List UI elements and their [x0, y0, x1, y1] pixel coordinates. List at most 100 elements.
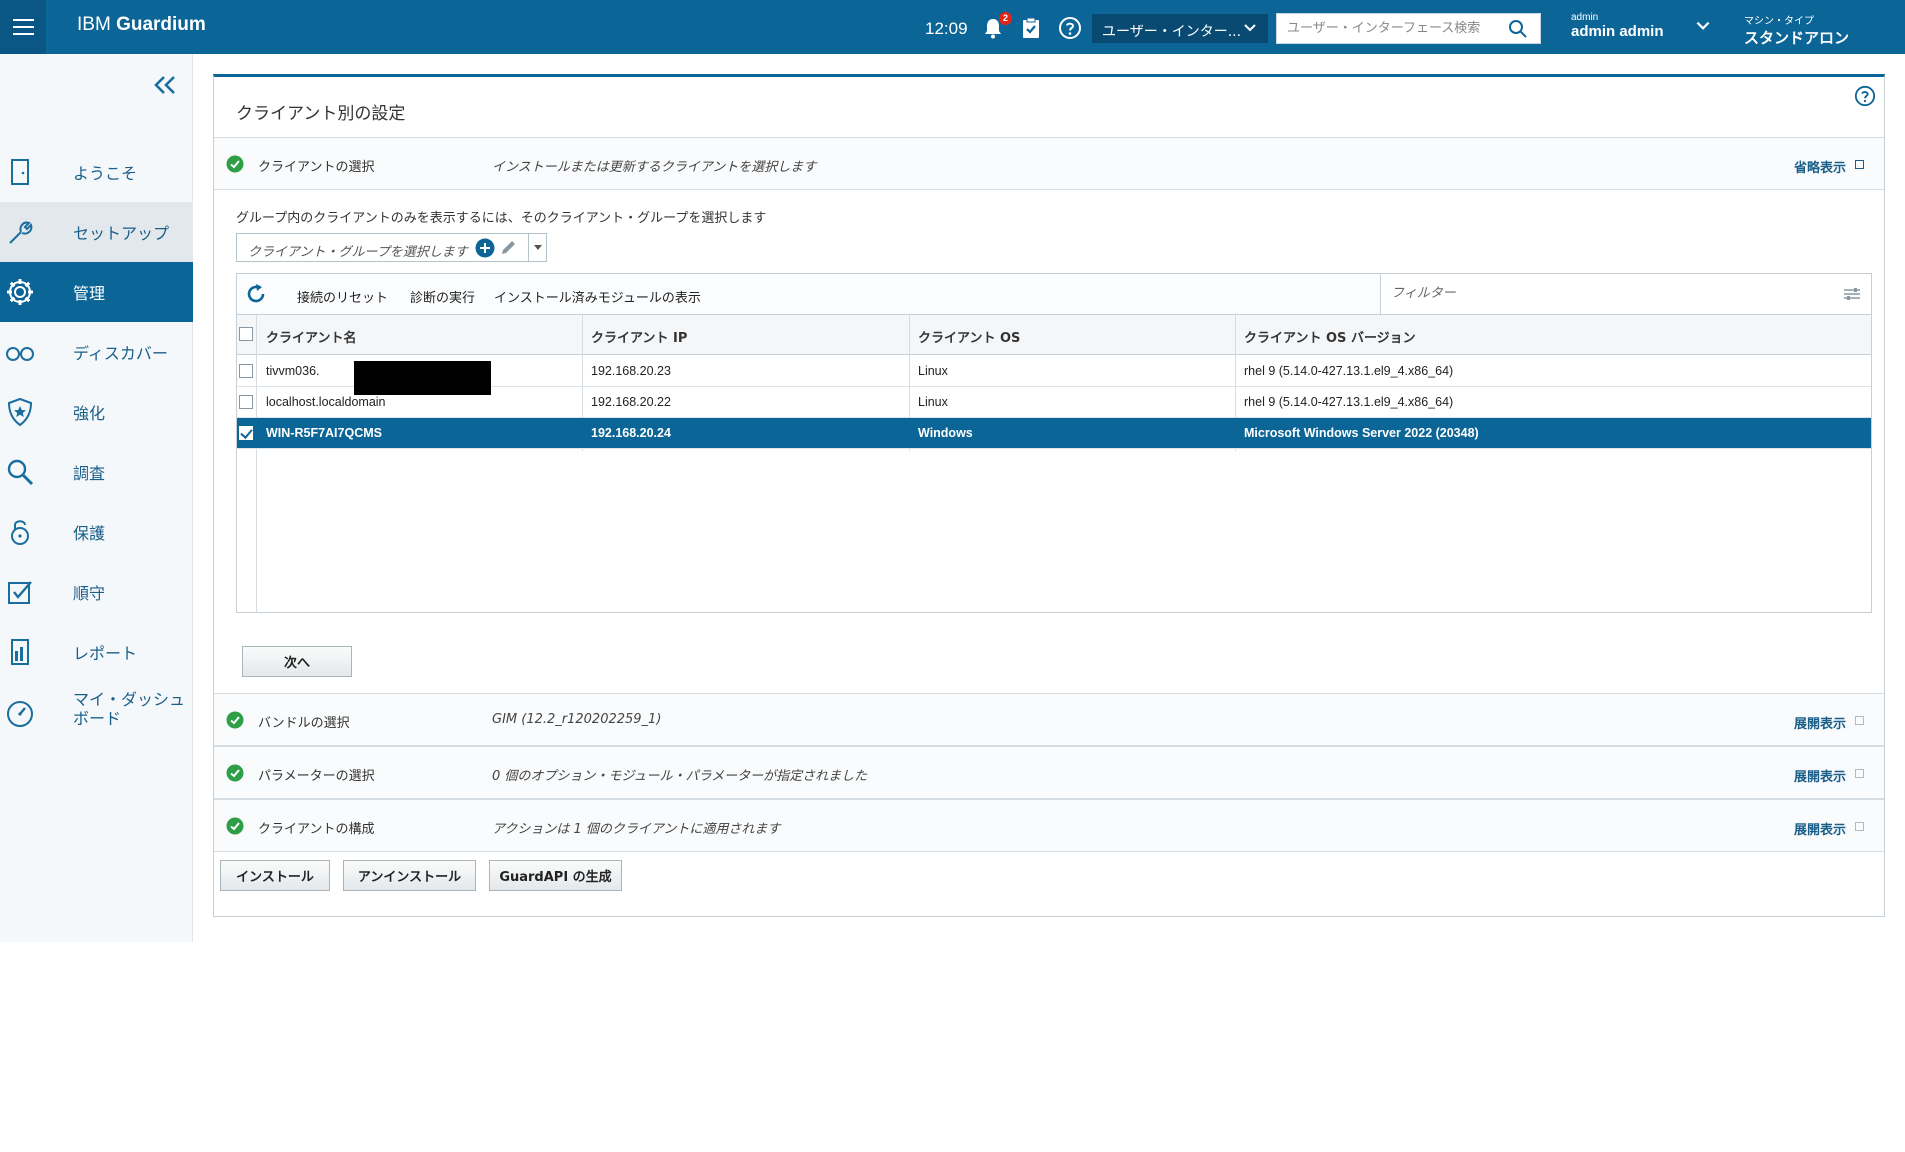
filter-options-icon[interactable] [1843, 286, 1861, 302]
column-header-client-name[interactable]: クライアント名 [266, 327, 356, 346]
sidebar-item-discover[interactable]: ディスカバー [0, 322, 193, 382]
row-checkbox[interactable] [239, 395, 253, 409]
sidebar-item-my-dashboard[interactable]: マイ・ダッシュ ボード [0, 682, 193, 746]
sidebar-item-label: 強化 [73, 404, 106, 423]
search-icon[interactable] [1508, 19, 1528, 39]
next-button[interactable]: 次へ [242, 646, 352, 677]
step-description: 0 個のオプション・モジュール・パラメーターが指定されました [492, 769, 868, 784]
help-icon[interactable] [1854, 85, 1876, 107]
run-diagnostics-button[interactable]: 診断の実行 [410, 287, 475, 306]
expand-box-icon[interactable] [1855, 822, 1864, 831]
clock: 12:09 [925, 19, 968, 38]
magnifier-icon [7, 459, 34, 486]
filter-input[interactable] [1381, 274, 1821, 312]
ui-dropdown-label: ユーザー・インター... [1102, 24, 1242, 40]
brand-prefix: IBM [77, 14, 111, 35]
sidebar-item-harden[interactable]: 強化 [0, 382, 193, 442]
sidebar-item-label-line2: ボード [73, 709, 122, 728]
sidebar-item-label: 調査 [73, 464, 106, 483]
column-header-client-ip[interactable]: クライアント IP [591, 327, 687, 346]
select-all-checkbox[interactable] [239, 327, 253, 341]
checkbox-icon [8, 581, 32, 604]
table-row[interactable]: localhost.localdomain 192.168.20.22 Linu… [237, 387, 1871, 418]
refresh-icon[interactable] [245, 283, 267, 305]
client-settings-panel: クライアント別の設定 クライアントの選択 インストールまたは更新するクライアント… [213, 74, 1885, 917]
sidebar-item-label-line1: マイ・ダッシュ [73, 690, 186, 709]
install-button[interactable]: インストール [220, 860, 330, 891]
client-group-select[interactable]: クライアント・グループを選択します [236, 233, 547, 262]
sidebar-item-comply[interactable]: 順守 [0, 562, 193, 622]
table-header: クライアント名 クライアント IP クライアント OS クライアント OS バー… [237, 315, 1871, 355]
sidebar-item-investigate[interactable]: 調査 [0, 442, 193, 502]
shield-star-icon [7, 397, 33, 427]
sidebar-item-label: マイ・ダッシュ ボード [73, 690, 185, 728]
sidebar-item-setup[interactable]: セットアップ [0, 202, 193, 262]
table-row-selected[interactable]: WIN-R5F7AI7QCMS 192.168.20.24 Windows Mi… [237, 418, 1871, 449]
sidebar-item-label: セットアップ [73, 224, 170, 243]
sidebar-item-label: 保護 [73, 524, 106, 543]
step-name: バンドルの選択 [258, 716, 350, 731]
step-configure-client: クライアントの構成 アクションは 1 個のクライアントに適用されます 展開表示 [214, 799, 1884, 852]
hamburger-menu-icon[interactable] [0, 0, 46, 54]
app-title: IBM Guardium [77, 14, 206, 36]
step-name: クライアントの選択 [258, 160, 375, 175]
glasses-icon [6, 347, 34, 361]
client-ip-cell: 192.168.20.23 [591, 364, 671, 378]
expand-box-icon[interactable] [1855, 769, 1864, 778]
column-header-os-version[interactable]: クライアント OS バージョン [1244, 327, 1416, 346]
ui-search-box [1276, 13, 1541, 44]
user-name: admin admin [1571, 23, 1664, 40]
dropdown-arrow-icon[interactable] [528, 234, 546, 261]
sidebar-item-label: 順守 [73, 584, 106, 603]
success-check-icon [226, 155, 244, 173]
reset-connection-button[interactable]: 接続のリセット [297, 287, 388, 306]
notification-badge: 2 [999, 12, 1012, 25]
client-ip-cell: 192.168.20.24 [591, 426, 671, 440]
column-header-client-os[interactable]: クライアント OS [918, 327, 1020, 346]
client-ip-cell: 192.168.20.22 [591, 395, 671, 409]
client-os-version-cell: Microsoft Windows Server 2022 (20348) [1244, 426, 1479, 440]
expand-toggle[interactable]: 展開表示 [1794, 766, 1846, 785]
row-checkbox-checked[interactable] [239, 426, 253, 440]
sidebar-item-manage[interactable]: 管理 [0, 262, 193, 322]
success-check-icon [226, 764, 244, 782]
ui-search-input[interactable] [1277, 14, 1497, 43]
sidebar-item-reports[interactable]: レポート [0, 622, 193, 682]
lock-icon [11, 520, 29, 545]
wrench-icon [9, 221, 33, 244]
sidebar-item-protect[interactable]: 保護 [0, 502, 193, 562]
expand-toggle[interactable]: 展開表示 [1794, 713, 1846, 732]
filter-box [1380, 274, 1871, 314]
clipboard-check-icon[interactable] [1019, 16, 1043, 40]
sidebar-item-label: ディスカバー [73, 344, 168, 363]
show-installed-modules-button[interactable]: インストール済みモジュールの表示 [494, 287, 701, 306]
machine-type: マシン・タイプ スタンドアロン [1744, 12, 1849, 48]
user-menu[interactable]: admin admin admin [1571, 12, 1664, 40]
client-os-cell: Linux [918, 395, 948, 409]
row-checkbox[interactable] [239, 364, 253, 378]
client-name-cell: WIN-R5F7AI7QCMS [266, 426, 382, 440]
add-group-icon[interactable] [475, 238, 495, 258]
table-row[interactable]: tivvm036. 192.168.20.23 Linux rhel 9 (5.… [237, 356, 1871, 395]
ui-dropdown[interactable]: ユーザー・インター... [1092, 14, 1268, 43]
step-description: アクションは 1 個のクライアントに適用されます [492, 822, 781, 837]
help-icon[interactable] [1058, 16, 1082, 40]
collapse-sidebar-icon[interactable] [152, 74, 178, 96]
uninstall-button[interactable]: アンインストール [343, 860, 476, 891]
user-menu-chevron-down-icon[interactable] [1694, 17, 1712, 35]
generate-guardapi-button[interactable]: GuardAPI の生成 [489, 860, 622, 891]
collapse-box-icon[interactable] [1855, 160, 1864, 169]
client-group-placeholder: クライアント・グループを選択します [248, 245, 468, 260]
expand-toggle[interactable]: 展開表示 [1794, 819, 1846, 838]
door-icon [11, 159, 29, 185]
success-check-icon [226, 711, 244, 729]
client-name-text: tivvm036. [266, 364, 320, 378]
edit-group-icon[interactable] [499, 239, 517, 257]
sidebar-item-welcome[interactable]: ようこそ [0, 142, 193, 202]
client-os-cell: Linux [918, 364, 948, 378]
top-bar: IBM Guardium 12:09 2 ユーザー・インター... admin … [0, 0, 1905, 54]
step-select-bundle: バンドルの選択 GIM (12.2_r120202259_1) 展開表示 [214, 693, 1884, 746]
collapse-toggle[interactable]: 省略表示 [1794, 157, 1846, 176]
step-select-client: クライアントの選択 インストールまたは更新するクライアントを選択します 省略表示 [214, 137, 1884, 190]
expand-box-icon[interactable] [1855, 716, 1864, 725]
